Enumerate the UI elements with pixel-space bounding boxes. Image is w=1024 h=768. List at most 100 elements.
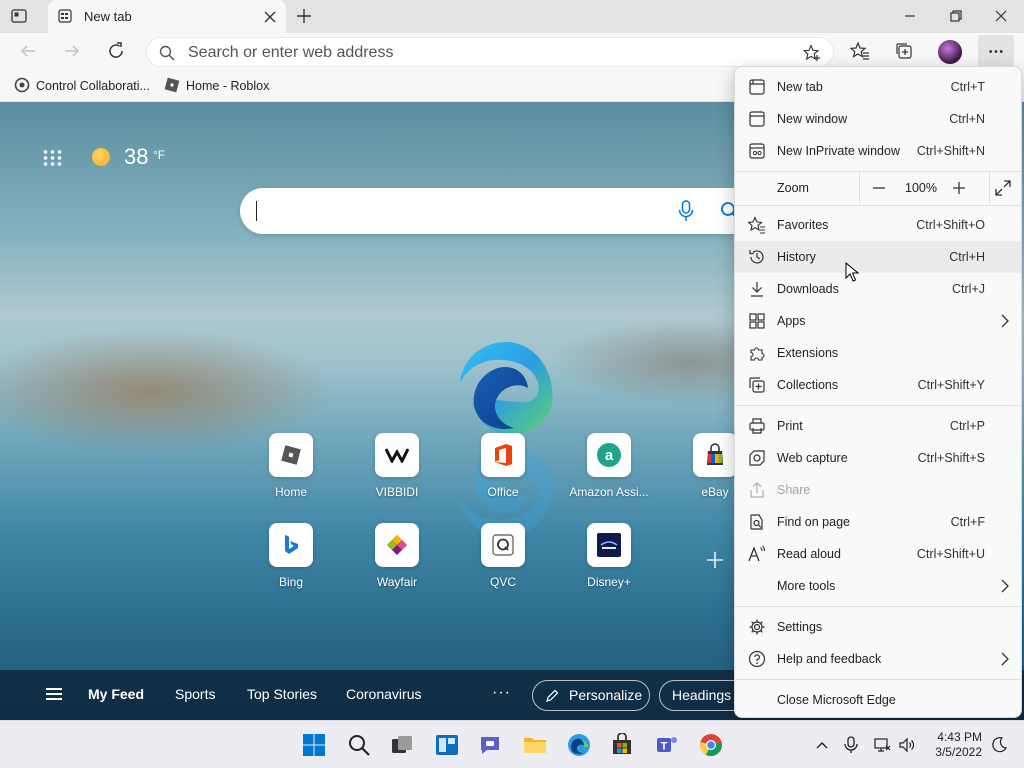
quick-link-qvc[interactable]: QVC <box>458 523 548 589</box>
menu-item-label: New InPrivate window <box>777 144 900 158</box>
network-icon[interactable] <box>873 736 891 754</box>
menu-item-read-aloud[interactable]: Read aloud Ctrl+Shift+U <box>735 538 1021 570</box>
full-screen-icon[interactable] <box>995 180 1011 196</box>
feed-tab-sports[interactable]: Sports <box>175 686 215 702</box>
favorite-home-roblox[interactable]: Home - Roblox <box>164 77 269 93</box>
menu-item-apps[interactable]: Apps <box>735 305 1021 337</box>
teams-icon[interactable]: T <box>655 733 679 757</box>
quick-link-wayfair[interactable]: Wayfair <box>352 523 442 589</box>
profile-avatar[interactable] <box>938 40 962 64</box>
feed-tab-top-stories[interactable]: Top Stories <box>247 686 317 702</box>
show-hidden-icons-chevron[interactable] <box>816 738 828 750</box>
edge-taskbar-icon[interactable] <box>567 733 591 757</box>
menu-item-shortcut: Ctrl+H <box>949 250 985 264</box>
chevron-right-icon <box>1001 652 1009 666</box>
menu-item-label: Downloads <box>777 282 839 296</box>
menu-item-favorites[interactable]: Favorites Ctrl+Shift+O <box>735 209 1021 241</box>
menu-item-new-inprivate-window[interactable]: New InPrivate window Ctrl+Shift+N <box>735 135 1021 167</box>
menu-item-web-capture[interactable]: Web capture Ctrl+Shift+S <box>735 442 1021 474</box>
feed-tab-coronavirus[interactable]: Coronavirus <box>346 686 421 702</box>
menu-item-find-on-page[interactable]: Find on page Ctrl+F <box>735 506 1021 538</box>
svg-text:T: T <box>661 741 668 753</box>
add-shortcut-icon[interactable] <box>705 550 725 570</box>
bing-icon <box>285 535 298 554</box>
feed-tab-my-feed[interactable]: My Feed <box>88 686 144 702</box>
focus-assist-moon-icon[interactable] <box>990 736 1008 754</box>
quick-link-amazon-assistant[interactable]: a Amazon Assi... <box>564 433 654 499</box>
tab-new-tab[interactable]: New tab <box>48 0 286 33</box>
menu-item-new-window[interactable]: New window Ctrl+N <box>735 103 1021 135</box>
back-icon[interactable] <box>18 41 38 61</box>
quick-link-office[interactable]: Office <box>458 433 548 499</box>
extensions-icon <box>748 344 766 362</box>
web-search-input[interactable] <box>240 188 760 234</box>
sun-icon <box>92 148 110 166</box>
quick-link-label: Home <box>274 485 307 499</box>
menu-item-print[interactable]: Print Ctrl+P <box>735 410 1021 442</box>
microphone-icon[interactable] <box>842 736 860 754</box>
menu-item-extensions[interactable]: Extensions <box>735 337 1021 369</box>
favorites-icon <box>747 216 766 234</box>
refresh-icon[interactable] <box>106 41 126 61</box>
menu-item-label: Apps <box>777 314 806 328</box>
restore-icon[interactable] <box>947 7 965 25</box>
amazon-icon: a <box>597 443 621 467</box>
menu-item-collections[interactable]: Collections Ctrl+Shift+Y <box>735 369 1021 401</box>
new-tab-button[interactable] <box>296 8 312 24</box>
menu-item-shortcut: Ctrl+Shift+S <box>917 451 985 465</box>
search-icon[interactable] <box>347 733 371 757</box>
menu-item-close-microsoft-edge[interactable]: Close Microsoft Edge <box>735 684 1021 716</box>
favorite-control-collaboration[interactable]: Control Collaborati... <box>14 77 150 93</box>
app-launcher-icon[interactable] <box>42 149 62 167</box>
ebay-icon <box>707 443 723 465</box>
zoom-out-icon[interactable] <box>872 181 886 195</box>
control-collaboration-icon <box>14 77 30 93</box>
personalize-button[interactable]: Personalize <box>532 680 650 711</box>
close-tab-icon[interactable] <box>264 10 276 23</box>
teams-chat-icon[interactable] <box>478 733 502 757</box>
menu-item-share[interactable]: Share <box>735 474 1021 506</box>
menu-item-help-and-feedback[interactable]: Help and feedback <box>735 643 1021 675</box>
quick-link-bing[interactable]: Bing <box>246 523 336 589</box>
svg-text:a: a <box>605 447 614 464</box>
weather-temperature[interactable]: 38 <box>124 144 148 170</box>
chevron-right-icon <box>1001 579 1009 593</box>
print-icon <box>748 417 766 435</box>
feed-more-button[interactable]: ··· <box>492 684 511 702</box>
menu-item-label: Read aloud <box>777 547 841 561</box>
hamburger-menu-icon[interactable] <box>46 688 62 700</box>
add-favorite-icon[interactable] <box>802 44 821 62</box>
minimize-icon[interactable] <box>901 7 919 25</box>
address-bar[interactable]: Search or enter web address <box>146 37 834 67</box>
collections-icon[interactable] <box>894 41 914 61</box>
menu-item-settings[interactable]: Settings <box>735 611 1021 643</box>
favorite-label: Control Collaborati... <box>36 79 150 93</box>
system-clock[interactable]: 4:43 PM 3/5/2022 <box>922 730 982 760</box>
favorites-icon[interactable] <box>849 41 870 61</box>
forward-icon[interactable] <box>62 41 82 61</box>
file-explorer-icon[interactable] <box>523 733 547 757</box>
quick-link-home[interactable]: Home <box>246 433 336 499</box>
start-icon[interactable] <box>302 733 326 757</box>
close-window-icon[interactable] <box>992 7 1010 25</box>
windows-taskbar: T 4:43 PM 3/5/2022 <box>0 720 1024 768</box>
menu-item-history[interactable]: History Ctrl+H <box>735 241 1021 273</box>
address-placeholder: Search or enter web address <box>188 44 394 61</box>
chrome-icon[interactable] <box>699 733 723 757</box>
settings-and-more-button[interactable] <box>978 35 1014 67</box>
menu-item-more-tools[interactable]: More tools <box>735 570 1021 602</box>
tab-actions-icon[interactable] <box>10 7 28 25</box>
menu-item-downloads[interactable]: Downloads Ctrl+J <box>735 273 1021 305</box>
menu-item-new-tab[interactable]: New tab Ctrl+T <box>735 71 1021 103</box>
settings-and-more-menu: New tab Ctrl+T New window Ctrl+N New InP… <box>734 66 1022 718</box>
microsoft-store-icon[interactable] <box>610 732 634 757</box>
menu-item-label: Collections <box>777 378 839 392</box>
widgets-icon[interactable] <box>435 733 459 757</box>
microphone-icon[interactable] <box>678 200 694 222</box>
menu-item-shortcut: Ctrl+N <box>949 112 985 126</box>
task-view-icon[interactable] <box>390 733 414 757</box>
volume-icon[interactable] <box>898 736 916 754</box>
quick-link-disney-plus[interactable]: Disney+ <box>564 523 654 589</box>
zoom-in-icon[interactable] <box>952 181 966 195</box>
quick-link-vibbidi[interactable]: VIBBIDI <box>352 433 442 499</box>
